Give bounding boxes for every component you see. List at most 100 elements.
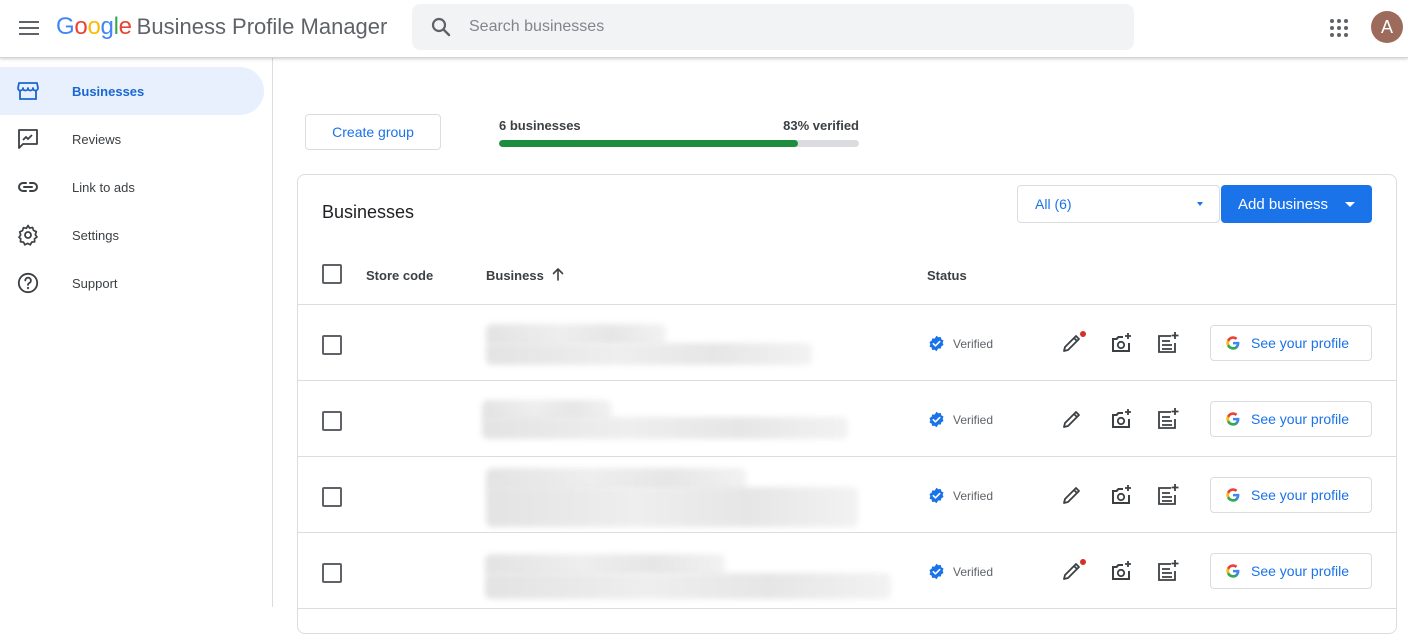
search-bar[interactable] <box>412 4 1134 50</box>
redacted-business-address <box>485 573 891 599</box>
business-filter-select[interactable]: All (6) <box>1017 185 1220 223</box>
verified-icon <box>929 335 944 352</box>
edit-profile-button[interactable] <box>1060 559 1086 583</box>
reviews-icon <box>18 129 38 149</box>
add-photo-icon <box>1112 561 1131 580</box>
table-header: Store code Business Status <box>298 239 1396 305</box>
see-your-profile-button[interactable]: See your profile <box>1210 553 1372 589</box>
logo-letter: e <box>118 13 132 40</box>
verified-percent-label: 83% verified <box>783 118 859 133</box>
see-your-profile-label: See your profile <box>1251 411 1350 427</box>
add-post-icon <box>1158 484 1179 505</box>
add-photo-icon <box>1112 333 1131 352</box>
row-checkbox[interactable] <box>322 411 342 431</box>
status-badge: Verified <box>928 335 993 352</box>
add-photo-button[interactable] <box>1109 559 1133 583</box>
edit-profile-button[interactable] <box>1060 483 1084 507</box>
add-photo-button[interactable] <box>1109 407 1133 431</box>
table-row: Verified See your profile <box>298 533 1396 609</box>
column-header-status: Status <box>927 268 967 283</box>
link-icon <box>18 182 38 192</box>
dropdown-caret-icon <box>1345 202 1355 207</box>
add-post-button[interactable] <box>1156 331 1180 355</box>
status-label: Verified <box>953 412 994 427</box>
gear-icon <box>18 224 38 246</box>
column-header-store-code[interactable]: Store code <box>366 268 433 283</box>
status-label: Verified <box>953 488 994 503</box>
table-row: Verified See your profile <box>298 381 1396 457</box>
add-post-button[interactable] <box>1156 483 1180 507</box>
row-checkbox[interactable] <box>322 563 342 583</box>
logo-letter: G <box>56 13 75 40</box>
filter-value: All (6) <box>1035 196 1072 212</box>
status-label: Verified <box>953 564 994 579</box>
sidebar-item-settings[interactable]: Settings <box>0 211 264 259</box>
card-title: Businesses <box>322 202 415 222</box>
create-group-button[interactable]: Create group <box>305 114 441 150</box>
edit-profile-button[interactable] <box>1060 407 1084 431</box>
redacted-business-address <box>486 487 858 527</box>
sidebar-item-label: Link to ads <box>72 179 135 195</box>
verified-icon <box>929 411 944 428</box>
top-app-bar: Google Business Profile Manager A <box>0 0 1408 58</box>
sidebar-item-link-to-ads[interactable]: Link to ads <box>0 163 264 211</box>
edit-profile-button[interactable] <box>1060 331 1086 355</box>
see-your-profile-label: See your profile <box>1251 563 1350 579</box>
redacted-business-address <box>482 417 848 439</box>
google-g-icon <box>1226 336 1240 350</box>
google-g-icon <box>1226 564 1240 578</box>
google-wordmark: Google <box>56 13 132 41</box>
logo-letter: o <box>87 13 101 40</box>
add-photo-button[interactable] <box>1109 331 1133 355</box>
sidebar-item-businesses[interactable]: Businesses <box>0 67 264 115</box>
column-header-business[interactable]: Business <box>486 268 544 283</box>
pencil-icon <box>1063 487 1080 504</box>
add-photo-button[interactable] <box>1109 483 1133 507</box>
add-photo-icon <box>1112 409 1131 428</box>
sort-ascending-icon[interactable] <box>551 267 565 281</box>
search-icon[interactable] <box>429 15 453 39</box>
business-count-label: 6 businesses <box>499 118 581 133</box>
status-label: Verified <box>953 336 994 351</box>
select-all-checkbox[interactable] <box>322 264 342 284</box>
sidebar: Businesses Reviews Link to ads Settings … <box>0 58 273 607</box>
table-row: Verified See your profile <box>298 305 1396 381</box>
storefront-icon <box>17 82 39 100</box>
avatar[interactable]: A <box>1371 11 1403 43</box>
sidebar-item-label: Settings <box>72 227 119 243</box>
hamburger-menu-icon[interactable] <box>16 15 42 41</box>
product-name: Business Profile Manager <box>136 14 388 39</box>
sidebar-item-label: Reviews <box>72 131 122 147</box>
add-post-button[interactable] <box>1156 559 1180 583</box>
table-row: Verified See your profile <box>298 457 1396 533</box>
status-badge: Verified <box>928 411 993 428</box>
see-your-profile-button[interactable]: See your profile <box>1210 325 1372 361</box>
see-your-profile-button[interactable]: See your profile <box>1210 401 1372 437</box>
alert-dot <box>1080 331 1086 337</box>
search-input[interactable] <box>469 18 1069 36</box>
logo-letter: g <box>100 13 114 40</box>
redacted-business-address <box>486 343 812 365</box>
sidebar-item-support[interactable]: Support <box>0 259 264 307</box>
sidebar-item-reviews[interactable]: Reviews <box>0 115 264 163</box>
verification-progress-fill <box>499 140 798 147</box>
sidebar-item-label: Businesses <box>72 83 145 99</box>
row-checkbox[interactable] <box>322 487 342 507</box>
add-business-button[interactable]: Add business <box>1221 185 1372 223</box>
sidebar-item-label: Support <box>72 275 118 291</box>
apps-grid-icon[interactable] <box>1327 16 1351 40</box>
app-logo[interactable]: Google Business Profile Manager <box>56 13 387 43</box>
verified-icon <box>929 563 944 580</box>
row-checkbox[interactable] <box>322 335 342 355</box>
status-badge: Verified <box>928 487 993 504</box>
see-your-profile-label: See your profile <box>1251 487 1350 503</box>
help-icon <box>17 272 39 294</box>
verification-summary: 6 businesses 83% verified <box>499 118 859 147</box>
add-post-button[interactable] <box>1156 407 1180 431</box>
verified-icon <box>929 487 944 504</box>
see-your-profile-label: See your profile <box>1251 335 1350 351</box>
add-business-label: Add business <box>1238 195 1329 213</box>
pencil-icon <box>1063 411 1080 428</box>
businesses-card: Businesses All (6) Add business Store co… <box>297 174 1397 634</box>
see-your-profile-button[interactable]: See your profile <box>1210 477 1372 513</box>
